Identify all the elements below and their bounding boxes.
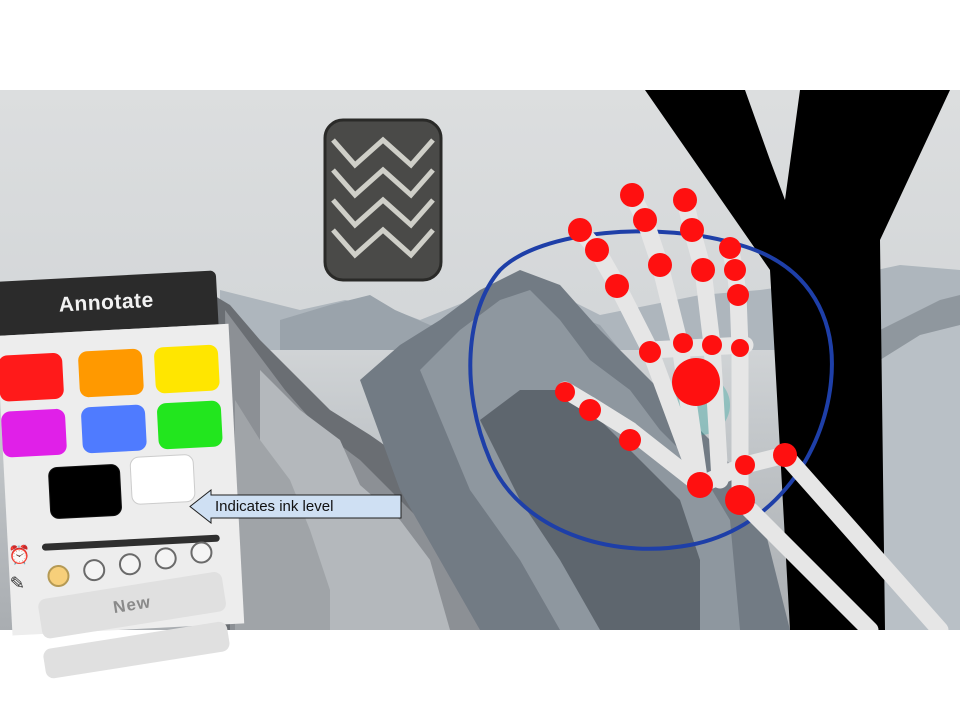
- color-swatch-magenta[interactable]: [0, 408, 68, 458]
- pen-size-4[interactable]: [154, 546, 178, 570]
- pen-icon[interactable]: ✎: [9, 573, 25, 595]
- ink-level-callout: Indicates ink level: [189, 489, 402, 524]
- color-swatch-green[interactable]: [156, 400, 223, 450]
- color-swatch-white[interactable]: [129, 453, 196, 506]
- eraser-icon[interactable]: ⏰: [8, 544, 31, 566]
- pen-size-2[interactable]: [82, 558, 106, 582]
- color-swatch-orange[interactable]: [77, 348, 145, 398]
- color-swatch-black[interactable]: [47, 463, 123, 520]
- floating-block: [323, 118, 443, 282]
- color-swatch-yellow[interactable]: [153, 344, 220, 394]
- color-swatch-blue[interactable]: [80, 404, 148, 454]
- pen-size-1[interactable]: [46, 564, 71, 588]
- panel-body: ⏰ ✎ New: [0, 323, 245, 680]
- annotate-panel: Annotate ⏰ ✎ New: [0, 270, 245, 680]
- pen-size-3[interactable]: [118, 552, 142, 576]
- color-swatch-red[interactable]: [0, 352, 65, 402]
- pen-size-5[interactable]: [189, 540, 214, 565]
- callout-text: Indicates ink level: [215, 498, 334, 515]
